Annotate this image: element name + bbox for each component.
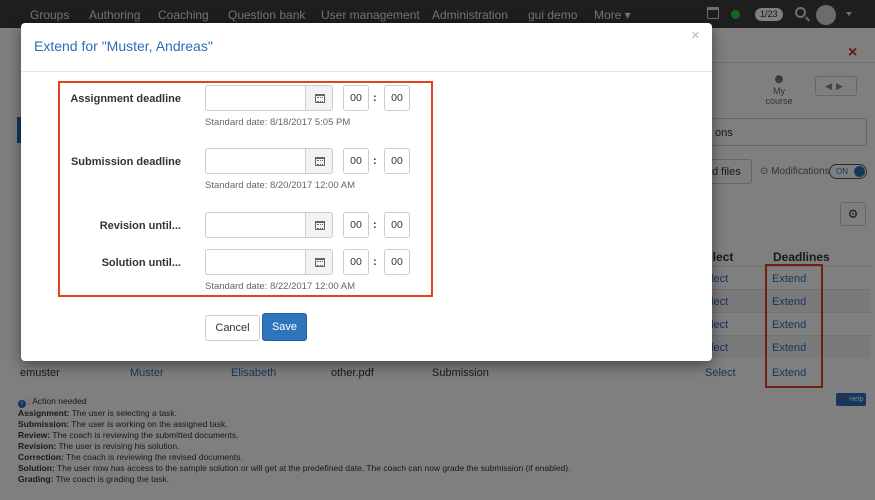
- revision-minute-input[interactable]: 00: [384, 212, 410, 238]
- time-separator: :: [373, 92, 377, 104]
- calendar-button[interactable]: [305, 249, 333, 275]
- assignment-hour-input[interactable]: 00: [343, 85, 369, 111]
- extend-deadline-dialog: Extend for "Muster, Andreas" × Assignmen…: [21, 23, 712, 361]
- calendar-button[interactable]: [305, 85, 333, 111]
- calendar-button[interactable]: [305, 212, 333, 238]
- solution-standard-date: Standard date: 8/22/2017 12:00 AM: [205, 281, 356, 292]
- assignment-deadline-label: Assignment deadline: [70, 93, 181, 105]
- assignment-standard-date: Standard date: 8/18/2017 5:05 PM: [205, 117, 351, 128]
- submission-date-input[interactable]: [205, 148, 305, 174]
- calendar-icon: [315, 157, 325, 166]
- revision-date-input[interactable]: [205, 212, 305, 238]
- time-separator: :: [373, 256, 377, 268]
- solution-hour-input[interactable]: 00: [343, 249, 369, 275]
- submission-standard-date: Standard date: 8/20/2017 12:00 AM: [205, 180, 356, 191]
- assignment-minute-input[interactable]: 00: [384, 85, 410, 111]
- assignment-date-input[interactable]: [205, 85, 305, 111]
- close-icon[interactable]: ×: [691, 27, 700, 44]
- submission-deadline-label: Submission deadline: [70, 156, 181, 168]
- time-separator: :: [373, 155, 377, 167]
- calendar-icon: [315, 94, 325, 103]
- submission-hour-input[interactable]: 00: [343, 148, 369, 174]
- time-separator: :: [373, 219, 377, 231]
- solution-until-label: Solution until...: [101, 257, 181, 269]
- divider: [21, 71, 712, 72]
- save-button[interactable]: Save: [262, 313, 307, 341]
- calendar-icon: [315, 221, 325, 230]
- cancel-button[interactable]: Cancel: [205, 315, 260, 341]
- revision-hour-input[interactable]: 00: [343, 212, 369, 238]
- solution-date-input[interactable]: [205, 249, 305, 275]
- submission-minute-input[interactable]: 00: [384, 148, 410, 174]
- revision-until-label: Revision until...: [99, 220, 181, 232]
- dialog-title: Extend for "Muster, Andreas": [34, 38, 213, 54]
- calendar-icon: [315, 258, 325, 267]
- calendar-button[interactable]: [305, 148, 333, 174]
- solution-minute-input[interactable]: 00: [384, 249, 410, 275]
